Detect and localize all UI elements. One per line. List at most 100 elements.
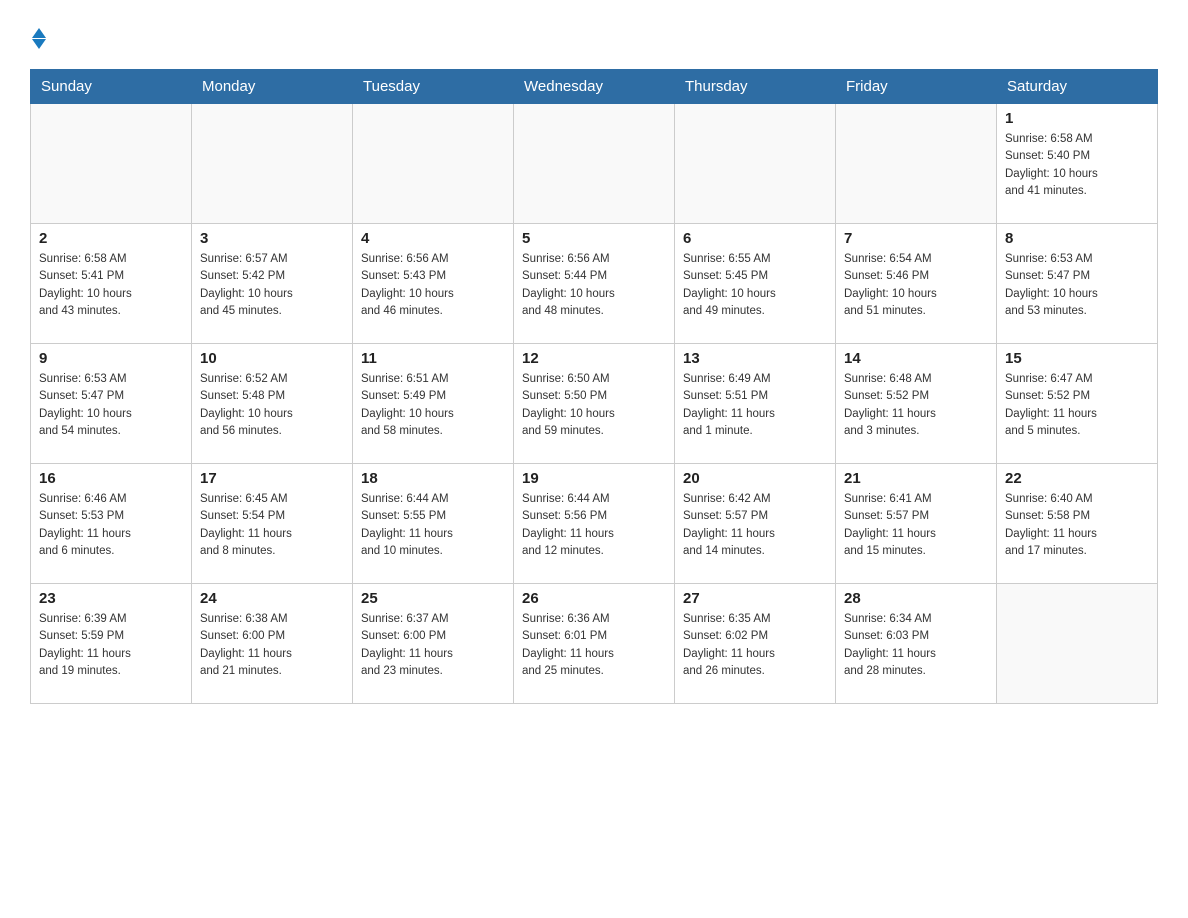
day-info: Sunrise: 6:35 AM Sunset: 6:02 PM Dayligh…	[683, 611, 827, 680]
calendar-header-row: SundayMondayTuesdayWednesdayThursdayFrid…	[31, 70, 1158, 104]
day-number: 20	[683, 470, 827, 487]
calendar-week-row: 1Sunrise: 6:58 AM Sunset: 5:40 PM Daylig…	[31, 104, 1158, 224]
calendar-day-cell: 6Sunrise: 6:55 AM Sunset: 5:45 PM Daylig…	[675, 224, 836, 344]
calendar-day-cell: 28 Sunrise: 6:34 AM Sunset: 6:03 PM Dayli…	[836, 584, 997, 704]
day-number: 5	[522, 230, 666, 247]
calendar-day-cell: 11 Sunrise: 6:51 AM Sunset: 5:49 PM Dayli…	[353, 344, 514, 464]
calendar-day-cell: 18 Sunrise: 6:44 AM Sunset: 5:55 PM Dayli…	[353, 464, 514, 584]
logo-icon	[30, 28, 46, 53]
calendar-day-cell: 10 Sunrise: 6:52 AM Sunset: 5:48 PM Dayli…	[192, 344, 353, 464]
calendar-day-cell	[353, 104, 514, 224]
calendar-day-cell	[675, 104, 836, 224]
calendar-day-cell: 3 Sunrise: 6:57 AM Sunset: 5:42 PM Daylig…	[192, 224, 353, 344]
day-info: Sunrise: 6:50 AM Sunset: 5:50 PM Dayligh…	[522, 371, 666, 440]
day-number: 13	[683, 350, 827, 367]
calendar-day-cell: 13 Sunrise: 6:49 AM Sunset: 5:51 PM Dayli…	[675, 344, 836, 464]
calendar-day-cell: 22 Sunrise: 6:40 AM Sunset: 5:58 PM Dayli…	[997, 464, 1158, 584]
calendar-day-cell: 1Sunrise: 6:58 AM Sunset: 5:40 PM Daylig…	[997, 104, 1158, 224]
calendar-day-cell: 20 Sunrise: 6:42 AM Sunset: 5:57 PM Dayli…	[675, 464, 836, 584]
day-number: 27	[683, 590, 827, 607]
day-number: 26	[522, 590, 666, 607]
day-of-week-header: Tuesday	[353, 70, 514, 104]
day-info: Sunrise: 6:39 AM Sunset: 5:59 PM Dayligh…	[39, 611, 183, 680]
day-number: 17	[200, 470, 344, 487]
day-info: Sunrise: 6:44 AM Sunset: 5:55 PM Dayligh…	[361, 491, 505, 560]
calendar-day-cell: 9 Sunrise: 6:53 AM Sunset: 5:47 PM Daylig…	[31, 344, 192, 464]
calendar-day-cell: 2 Sunrise: 6:58 AM Sunset: 5:41 PM Daylig…	[31, 224, 192, 344]
day-info: Sunrise: 6:36 AM Sunset: 6:01 PM Dayligh…	[522, 611, 666, 680]
calendar-day-cell: 15Sunrise: 6:47 AM Sunset: 5:52 PM Dayli…	[997, 344, 1158, 464]
day-number: 1	[1005, 110, 1149, 127]
day-info: Sunrise: 6:34 AM Sunset: 6:03 PM Dayligh…	[844, 611, 988, 680]
calendar-day-cell: 5 Sunrise: 6:56 AM Sunset: 5:44 PM Daylig…	[514, 224, 675, 344]
calendar-day-cell	[31, 104, 192, 224]
day-info: Sunrise: 6:44 AM Sunset: 5:56 PM Dayligh…	[522, 491, 666, 560]
day-info: Sunrise: 6:54 AM Sunset: 5:46 PM Dayligh…	[844, 251, 988, 320]
calendar-day-cell: 14Sunrise: 6:48 AM Sunset: 5:52 PM Dayli…	[836, 344, 997, 464]
day-info: Sunrise: 6:58 AM Sunset: 5:41 PM Dayligh…	[39, 251, 183, 320]
day-number: 24	[200, 590, 344, 607]
day-info: Sunrise: 6:53 AM Sunset: 5:47 PM Dayligh…	[39, 371, 183, 440]
page-header	[30, 20, 1158, 53]
day-number: 16	[39, 470, 183, 487]
day-number: 21	[844, 470, 988, 487]
calendar-day-cell: 26 Sunrise: 6:36 AM Sunset: 6:01 PM Dayli…	[514, 584, 675, 704]
calendar-day-cell: 8 Sunrise: 6:53 AM Sunset: 5:47 PM Daylig…	[997, 224, 1158, 344]
day-of-week-header: Sunday	[31, 70, 192, 104]
day-info: Sunrise: 6:51 AM Sunset: 5:49 PM Dayligh…	[361, 371, 505, 440]
day-number: 12	[522, 350, 666, 367]
calendar-week-row: 16 Sunrise: 6:46 AM Sunset: 5:53 PM Dayli…	[31, 464, 1158, 584]
day-number: 10	[200, 350, 344, 367]
calendar-day-cell: 7 Sunrise: 6:54 AM Sunset: 5:46 PM Daylig…	[836, 224, 997, 344]
day-of-week-header: Friday	[836, 70, 997, 104]
day-number: 9	[39, 350, 183, 367]
day-number: 3	[200, 230, 344, 247]
calendar-day-cell: 24 Sunrise: 6:38 AM Sunset: 6:00 PM Dayli…	[192, 584, 353, 704]
day-number: 23	[39, 590, 183, 607]
calendar-day-cell: 19 Sunrise: 6:44 AM Sunset: 5:56 PM Dayli…	[514, 464, 675, 584]
calendar-table: SundayMondayTuesdayWednesdayThursdayFrid…	[30, 69, 1158, 704]
calendar-day-cell	[836, 104, 997, 224]
day-info: Sunrise: 6:46 AM Sunset: 5:53 PM Dayligh…	[39, 491, 183, 560]
calendar-day-cell: 23 Sunrise: 6:39 AM Sunset: 5:59 PM Dayli…	[31, 584, 192, 704]
calendar-day-cell: 25 Sunrise: 6:37 AM Sunset: 6:00 PM Dayli…	[353, 584, 514, 704]
day-number: 25	[361, 590, 505, 607]
day-of-week-header: Wednesday	[514, 70, 675, 104]
calendar-day-cell: 17 Sunrise: 6:45 AM Sunset: 5:54 PM Dayli…	[192, 464, 353, 584]
day-number: 11	[361, 350, 505, 367]
day-info: Sunrise: 6:40 AM Sunset: 5:58 PM Dayligh…	[1005, 491, 1149, 560]
day-number: 7	[844, 230, 988, 247]
day-info: Sunrise: 6:37 AM Sunset: 6:00 PM Dayligh…	[361, 611, 505, 680]
day-info: Sunrise: 6:56 AM Sunset: 5:44 PM Dayligh…	[522, 251, 666, 320]
day-info: Sunrise: 6:55 AM Sunset: 5:45 PM Dayligh…	[683, 251, 827, 320]
calendar-week-row: 2 Sunrise: 6:58 AM Sunset: 5:41 PM Daylig…	[31, 224, 1158, 344]
calendar-day-cell	[514, 104, 675, 224]
day-info: Sunrise: 6:42 AM Sunset: 5:57 PM Dayligh…	[683, 491, 827, 560]
day-info: Sunrise: 6:41 AM Sunset: 5:57 PM Dayligh…	[844, 491, 988, 560]
day-number: 19	[522, 470, 666, 487]
day-number: 4	[361, 230, 505, 247]
calendar-week-row: 9 Sunrise: 6:53 AM Sunset: 5:47 PM Daylig…	[31, 344, 1158, 464]
calendar-day-cell	[192, 104, 353, 224]
day-info: Sunrise: 6:49 AM Sunset: 5:51 PM Dayligh…	[683, 371, 827, 440]
day-of-week-header: Monday	[192, 70, 353, 104]
day-info: Sunrise: 6:57 AM Sunset: 5:42 PM Dayligh…	[200, 251, 344, 320]
day-number: 15	[1005, 350, 1149, 367]
day-number: 22	[1005, 470, 1149, 487]
day-number: 8	[1005, 230, 1149, 247]
calendar-day-cell: 27 Sunrise: 6:35 AM Sunset: 6:02 PM Dayli…	[675, 584, 836, 704]
day-of-week-header: Thursday	[675, 70, 836, 104]
day-info: Sunrise: 6:38 AM Sunset: 6:00 PM Dayligh…	[200, 611, 344, 680]
day-number: 18	[361, 470, 505, 487]
day-info: Sunrise: 6:53 AM Sunset: 5:47 PM Dayligh…	[1005, 251, 1149, 320]
day-info: Sunrise: 6:56 AM Sunset: 5:43 PM Dayligh…	[361, 251, 505, 320]
day-number: 2	[39, 230, 183, 247]
calendar-day-cell: 12 Sunrise: 6:50 AM Sunset: 5:50 PM Dayli…	[514, 344, 675, 464]
day-of-week-header: Saturday	[997, 70, 1158, 104]
day-info: Sunrise: 6:45 AM Sunset: 5:54 PM Dayligh…	[200, 491, 344, 560]
calendar-day-cell	[997, 584, 1158, 704]
day-number: 14	[844, 350, 988, 367]
day-info: Sunrise: 6:52 AM Sunset: 5:48 PM Dayligh…	[200, 371, 344, 440]
logo	[30, 28, 46, 53]
day-number: 28	[844, 590, 988, 607]
